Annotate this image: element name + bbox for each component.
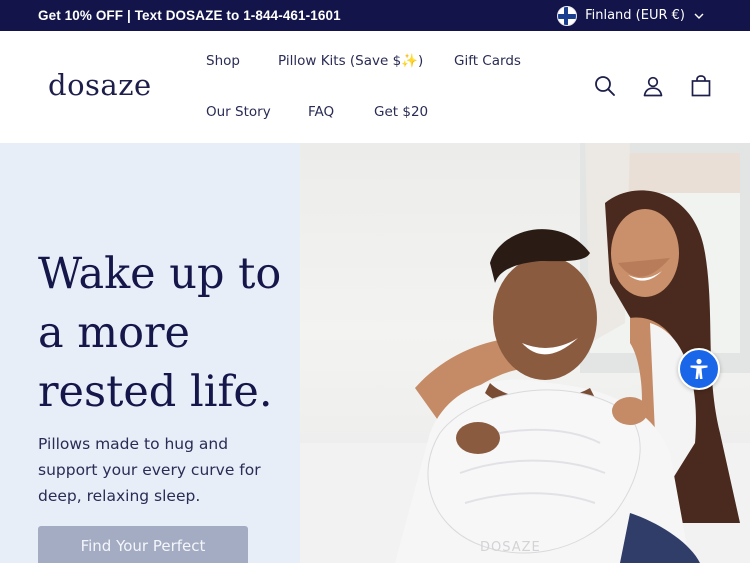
nav-gift-cards[interactable]: Gift Cards — [454, 53, 521, 69]
nav-faq[interactable]: FAQ — [308, 104, 334, 120]
finland-flag-icon — [557, 5, 578, 26]
nav-shop[interactable]: Shop — [206, 53, 240, 69]
pillow-brand-text: DOSAZE — [480, 540, 541, 555]
nav-get-20[interactable]: Get $20 — [374, 104, 428, 120]
hero-title: Wake up to a more rested life. — [38, 249, 282, 417]
site-logo[interactable]: dosaze — [48, 68, 152, 102]
couple-with-pillow-illustration: DOSAZE — [300, 143, 750, 563]
header-icons — [594, 75, 712, 97]
hero-text-panel: Wake up to a more rested life. Pillows m… — [0, 143, 300, 563]
accessibility-button[interactable] — [678, 348, 720, 390]
site-header: dosaze Shop Pillow Kits (Save $✨) Gift C… — [0, 31, 750, 143]
chevron-down-icon — [694, 13, 704, 19]
nav-pillow-kits[interactable]: Pillow Kits (Save $✨) — [278, 53, 423, 69]
currency-selector[interactable]: Finland (EUR €) — [557, 5, 712, 26]
cart-icon[interactable] — [690, 75, 712, 97]
hero-subtitle: Pillows made to hug and support your eve… — [38, 435, 261, 505]
find-your-perfect-button[interactable]: Find Your Perfect — [38, 526, 248, 563]
search-icon[interactable] — [594, 75, 616, 97]
accessibility-icon — [690, 358, 708, 379]
currency-label: Finland (EUR €) — [585, 8, 685, 23]
announcement-bar: Get 10% OFF | Text DOSAZE to 1-844-461-1… — [0, 0, 750, 31]
announcement-text: Get 10% OFF | Text DOSAZE to 1-844-461-1… — [38, 8, 341, 23]
account-icon[interactable] — [642, 75, 664, 97]
hero-image: DOSAZE — [300, 143, 750, 563]
nav-our-story[interactable]: Our Story — [206, 104, 271, 120]
